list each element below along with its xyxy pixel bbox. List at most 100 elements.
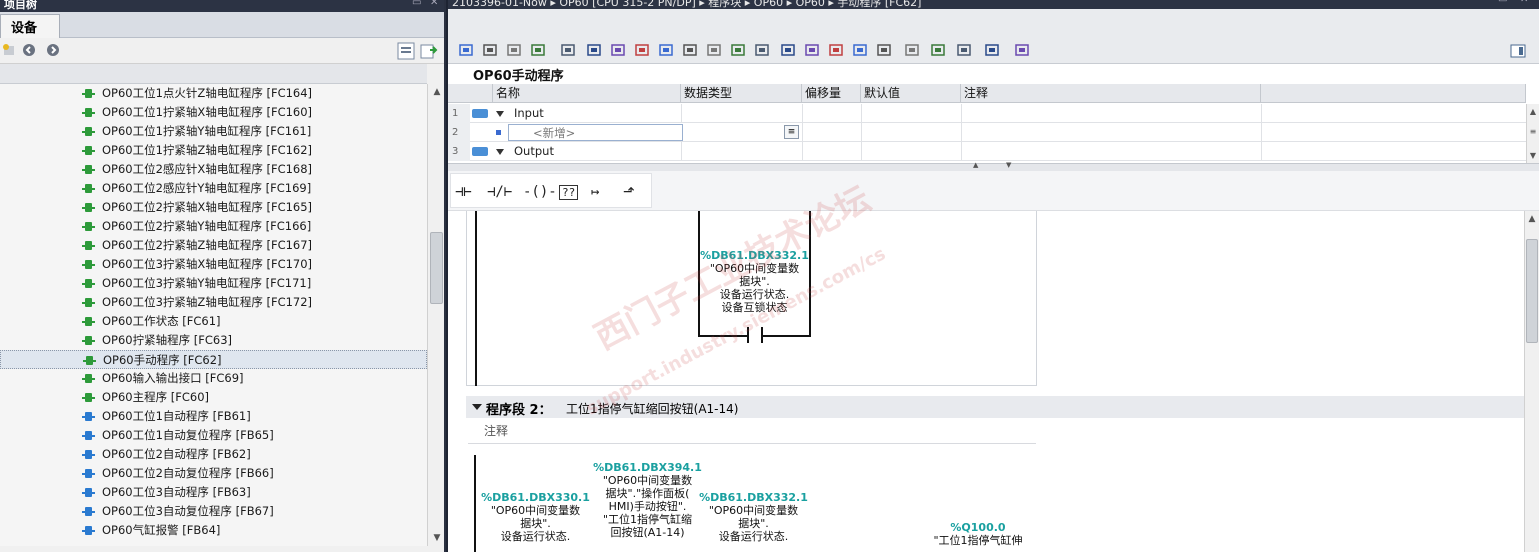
- zoom-icon[interactable]: [682, 42, 698, 58]
- new-entry-input[interactable]: <新增>: [508, 124, 683, 141]
- tree-item[interactable]: OP60工位2感应针X轴电缸程序 [FC168]: [0, 160, 427, 179]
- tree-item[interactable]: OP60工位2拧紧轴X轴电缸程序 [FC165]: [0, 198, 427, 217]
- empty-box-icon[interactable]: ??: [559, 185, 579, 200]
- power-rail: [475, 211, 477, 386]
- tree-item[interactable]: OP60拧紧轴程序 [FC63]: [0, 331, 427, 350]
- close-icon[interactable]: ✕: [1520, 0, 1528, 5]
- interface-row-input[interactable]: 1 Input: [448, 104, 1526, 123]
- tree-item[interactable]: OP60工位2感应针Y轴电缸程序 [FC169]: [0, 179, 427, 198]
- tree-item[interactable]: OP60主程序 [FC60]: [0, 388, 427, 407]
- tree-item[interactable]: OP60工位2自动程序 [FB62]: [0, 445, 427, 464]
- tree-item[interactable]: OP60手动程序 [FC62]: [0, 350, 427, 369]
- list-icon[interactable]: [610, 42, 626, 58]
- tree-item[interactable]: OP60工位1自动复位程序 [FB65]: [0, 426, 427, 445]
- contact-operand[interactable]: %DB61.DBX332.1 "OP60中间变量数 据块". 设备运行状态.: [696, 491, 811, 543]
- minimize-icon[interactable]: ▭: [1498, 0, 1507, 5]
- interface-scrollbar[interactable]: ▲ ≡ ▼: [1526, 104, 1539, 164]
- operand-line: "OP60中间变量数: [602, 474, 693, 487]
- tree-item-label: OP60工位2自动复位程序 [FB66]: [102, 466, 274, 480]
- datatype-picker-icon[interactable]: ≡: [784, 125, 799, 139]
- add-icon[interactable]: [2, 43, 16, 57]
- open-branch-icon[interactable]: ↦: [591, 184, 599, 200]
- scroll-up-icon[interactable]: ▲: [1527, 104, 1539, 120]
- scroll-thumb[interactable]: [430, 232, 443, 304]
- tree-item[interactable]: OP60工位3拧紧轴Y轴电缸程序 [FC171]: [0, 274, 427, 293]
- collapse-icon[interactable]: [472, 404, 482, 410]
- layout-icon[interactable]: [1510, 43, 1526, 59]
- interface-row-output[interactable]: 3 Output: [448, 142, 1526, 161]
- call-icon[interactable]: [852, 42, 868, 58]
- favorite-icon[interactable]: [754, 42, 770, 58]
- close-icon[interactable]: ✕: [430, 0, 438, 8]
- tree-item[interactable]: OP60工位2拧紧轴Z轴电缸程序 [FC167]: [0, 236, 427, 255]
- align-left-icon[interactable]: [586, 42, 602, 58]
- contact-operand[interactable]: %DB61.DBX330.1 "OP60中间变量数 据块". 设备运行状态.: [478, 491, 593, 543]
- contact-operand[interactable]: %DB61.DBX394.1 "OP60中间变量数 据块"."操作面板( HMI…: [590, 461, 705, 539]
- splitter-down-icon[interactable]: ▼: [1006, 161, 1011, 169]
- splitter-bar[interactable]: ▲ ▼: [448, 161, 1539, 171]
- scroll-thumb[interactable]: ≡: [1527, 124, 1539, 140]
- coil-operand[interactable]: %Q100.0 "工位1指停气缸伸: [918, 521, 1038, 547]
- ladder-canvas[interactable]: %DB61.DBX332.1 "OP60中间变量数 据块". 设备运行状态. 设…: [448, 179, 1524, 552]
- minimize-icon[interactable]: ▭: [412, 0, 421, 8]
- block-icon[interactable]: [634, 42, 650, 58]
- tree-item[interactable]: OP60工位3自动程序 [FB63]: [0, 483, 427, 502]
- tree-item[interactable]: OP60工位2拧紧轴Y轴电缸程序 [FC166]: [0, 217, 427, 236]
- tree-item[interactable]: OP60工位1点火针Z轴电缸程序 [FC164]: [0, 84, 427, 103]
- toggle-icon[interactable]: [804, 42, 820, 58]
- tree-item[interactable]: OP60工位3自动复位程序 [FB67]: [0, 502, 427, 521]
- network-comment[interactable]: 注释: [468, 418, 1036, 444]
- tree-item[interactable]: OP60工作状态 [FC61]: [0, 312, 427, 331]
- tree-item[interactable]: OP60工位1自动程序 [FB61]: [0, 407, 427, 426]
- forward-icon[interactable]: [46, 43, 60, 57]
- back-icon[interactable]: [22, 43, 36, 57]
- normally-closed-contact-icon[interactable]: ⊣/⊢: [487, 184, 512, 200]
- scroll-up-icon[interactable]: ▲: [428, 84, 444, 100]
- scroll-up-icon[interactable]: ▲: [1525, 211, 1539, 227]
- insert-row-icon[interactable]: [506, 42, 522, 58]
- tree-scrollbar[interactable]: ▲ ▼: [427, 84, 444, 546]
- coil-icon[interactable]: -()-: [523, 184, 557, 200]
- display-format-icon[interactable]: [730, 42, 746, 58]
- scroll-down-icon[interactable]: ▼: [428, 530, 444, 546]
- abs-icon[interactable]: [780, 42, 796, 58]
- column-header-comment[interactable]: 注释: [961, 84, 1261, 103]
- tab-devices[interactable]: 设备: [0, 14, 60, 38]
- interface-row-new[interactable]: 2 <新增> ≡: [448, 123, 1526, 142]
- tree-item[interactable]: OP60工位1拧紧轴Z轴电缸程序 [FC162]: [0, 141, 427, 160]
- step-icon[interactable]: [876, 42, 892, 58]
- detail-view-icon[interactable]: [397, 42, 415, 60]
- tree-item[interactable]: OP60工位3拧紧轴Z轴电缸程序 [FC172]: [0, 293, 427, 312]
- close-branch-icon[interactable]: ⬏: [623, 184, 635, 200]
- refresh-icon[interactable]: [930, 42, 946, 58]
- scroll-down-icon[interactable]: ▼: [1527, 148, 1539, 164]
- download-icon[interactable]: [560, 42, 576, 58]
- scroll-thumb[interactable]: [1526, 239, 1538, 343]
- tree-item[interactable]: OP60工位2自动复位程序 [FB66]: [0, 464, 427, 483]
- canvas-scrollbar[interactable]: ▲: [1524, 211, 1539, 552]
- watch-icon[interactable]: [956, 42, 972, 58]
- column-header-offset[interactable]: 偏移量: [802, 84, 861, 103]
- tree-item[interactable]: OP60工位1拧紧轴Y轴电缸程序 [FC161]: [0, 122, 427, 141]
- column-header-datatype[interactable]: 数据类型: [681, 84, 802, 103]
- tree-item[interactable]: OP60工位1拧紧轴X轴电缸程序 [FC160]: [0, 103, 427, 122]
- cross-ref-icon[interactable]: [1014, 42, 1030, 58]
- column-header-name[interactable]: 名称: [493, 84, 681, 103]
- monitor-icon[interactable]: [706, 42, 722, 58]
- collapse-icon[interactable]: [496, 111, 504, 117]
- breakpoint-icon[interactable]: [828, 42, 844, 58]
- open-editor-icon[interactable]: [420, 42, 438, 60]
- insert-network-icon[interactable]: [458, 42, 474, 58]
- tree-item[interactable]: OP60输入输出接口 [FC69]: [0, 369, 427, 388]
- go-to-icon[interactable]: [904, 42, 920, 58]
- comment-icon[interactable]: [658, 42, 674, 58]
- compare-icon[interactable]: [984, 42, 1000, 58]
- splitter-up-icon[interactable]: ▲: [973, 161, 978, 169]
- tree-item[interactable]: OP60工位3拧紧轴X轴电缸程序 [FC170]: [0, 255, 427, 274]
- add-row-icon[interactable]: [530, 42, 546, 58]
- normally-open-contact-icon[interactable]: ⊣⊢: [455, 184, 472, 200]
- delete-network-icon[interactable]: [482, 42, 498, 58]
- tree-item[interactable]: OP60气缸报警 [FB64]: [0, 521, 427, 540]
- collapse-icon[interactable]: [496, 149, 504, 155]
- column-header-default[interactable]: 默认值: [861, 84, 961, 103]
